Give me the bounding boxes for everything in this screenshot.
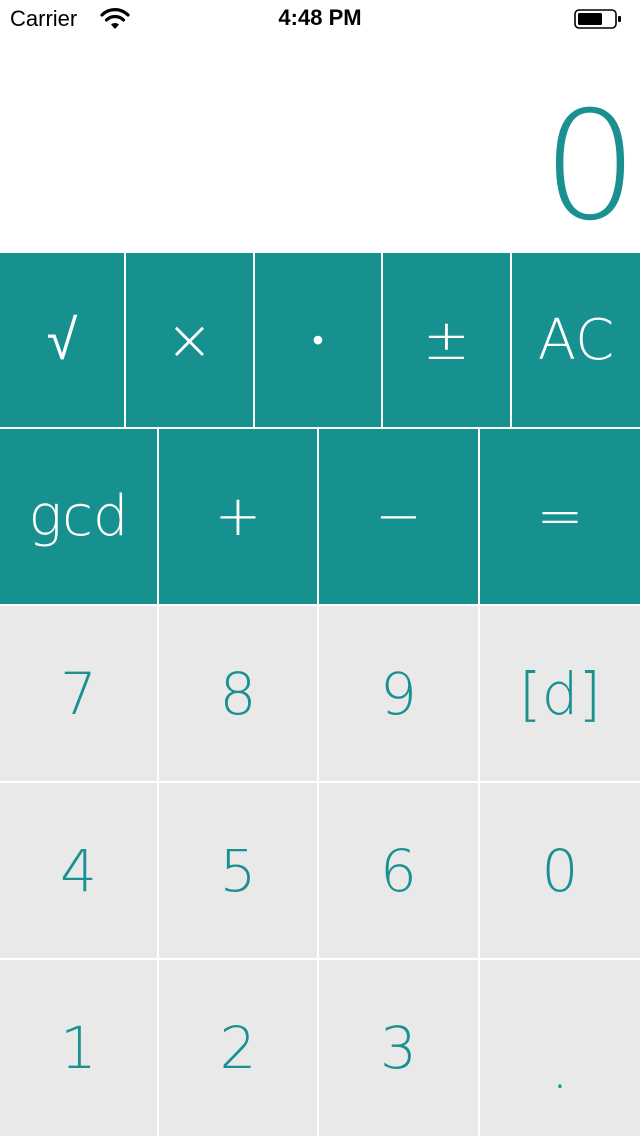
digit-5-button[interactable]: 5 bbox=[159, 783, 317, 958]
multiply-button[interactable]: × bbox=[126, 253, 253, 427]
digit-2-button[interactable]: 2 bbox=[159, 960, 317, 1136]
digit-6-button[interactable]: 6 bbox=[319, 783, 478, 958]
battery-icon bbox=[574, 9, 621, 29]
dot-product-button[interactable]: • bbox=[255, 253, 381, 427]
gcd-button[interactable]: gcd bbox=[0, 429, 157, 604]
equals-button[interactable]: = bbox=[480, 429, 640, 604]
digit-8-button[interactable]: 8 bbox=[159, 606, 317, 781]
add-button[interactable]: + bbox=[159, 429, 317, 604]
d-bracket-button[interactable]: [d] bbox=[480, 606, 640, 781]
decimal-point-button[interactable]: . bbox=[480, 960, 640, 1136]
digit-3-button[interactable]: 3 bbox=[319, 960, 478, 1136]
status-bar: Carrier 4:48 PM bbox=[0, 0, 640, 40]
keypad: √ × • ± AC gcd + − = 7 8 9 [d] 4 5 6 0 1… bbox=[0, 253, 640, 1136]
digit-1-button[interactable]: 1 bbox=[0, 960, 157, 1136]
display-value: 0 bbox=[542, 80, 638, 254]
clock: 4:48 PM bbox=[278, 5, 362, 30]
digit-0-button[interactable]: 0 bbox=[480, 783, 640, 958]
digit-9-button[interactable]: 9 bbox=[319, 606, 478, 781]
plus-minus-button[interactable]: ± bbox=[383, 253, 510, 427]
sqrt-button[interactable]: √ bbox=[0, 253, 124, 427]
calculator-display: 0 bbox=[0, 40, 640, 253]
subtract-button[interactable]: − bbox=[319, 429, 478, 604]
all-clear-button[interactable]: AC bbox=[512, 253, 640, 427]
digit-7-button[interactable]: 7 bbox=[0, 606, 157, 781]
digit-4-button[interactable]: 4 bbox=[0, 783, 157, 958]
